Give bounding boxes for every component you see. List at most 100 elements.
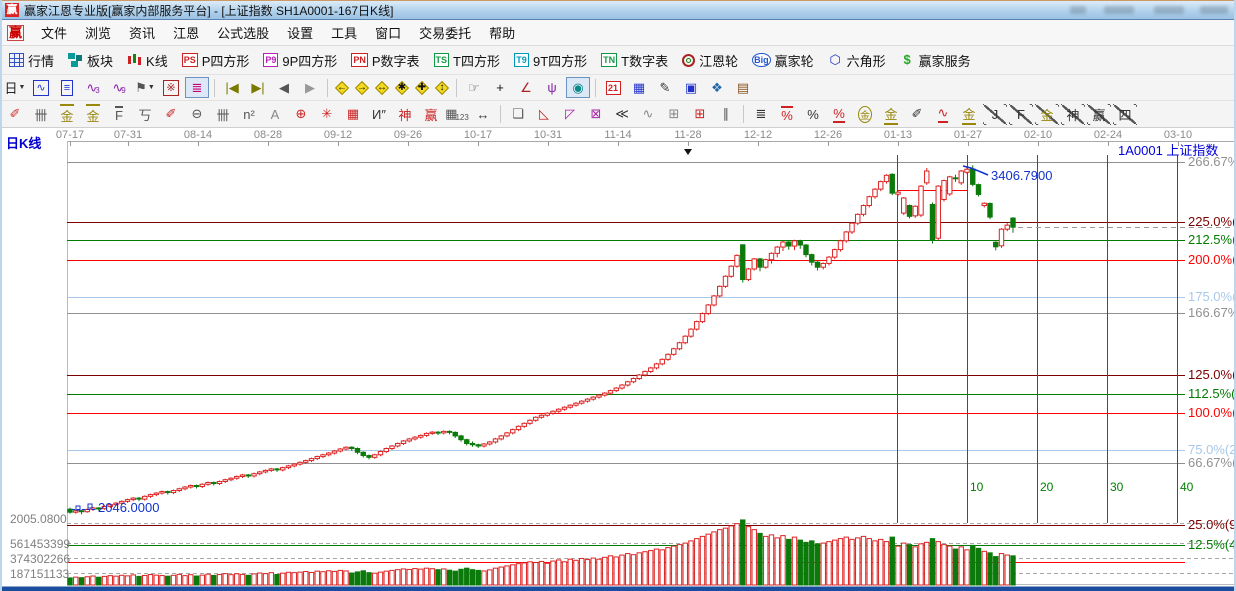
prev-bar-button[interactable]: ◀ [272,77,296,98]
toolbar-winner-service[interactable]: $赢家服务 [893,49,978,72]
gold-levels[interactable]: 金 [879,104,903,125]
ai-analysis-button[interactable]: ◉ [566,77,590,98]
ruler-tool[interactable]: 卌 [29,104,53,125]
toolbar-winner-wheel[interactable]: Big赢家轮 [745,49,821,72]
menu-item-8[interactable]: 交易委托 [410,21,480,44]
toolbar-kline[interactable]: K线 [120,49,175,72]
star-grid[interactable]: ✳ [315,104,339,125]
si-angle[interactable]: 四 [1113,104,1137,125]
measure-line-button[interactable]: ∠ [514,77,538,98]
ying-ruler[interactable]: 赢 [419,104,443,125]
toolbar-t-number-table[interactable]: TNT数字表 [594,49,675,72]
fit-view-button[interactable]: ↕ [433,79,451,97]
j-angle[interactable]: J [983,104,1007,125]
last-bar-button[interactable]: ▶| [246,77,270,98]
menu-item-0[interactable]: 文件 [32,21,76,44]
grid-box[interactable]: ▦ [341,104,365,125]
notes-button[interactable]: ✎ [653,77,677,98]
expand-h-button[interactable]: ↔ [373,79,391,97]
shen-ruler[interactable]: 神 [393,104,417,125]
ruler-tool-2[interactable]: 卌 [211,104,235,125]
menu-item-3[interactable]: 江恩 [164,21,208,44]
menu-item-7[interactable]: 窗口 [366,21,410,44]
toolbar-9t-square[interactable]: T99T四方形 [507,49,594,72]
candle-style-button-dropdown-icon[interactable]: ▼ [19,84,26,91]
parallel-lines[interactable]: ∥ [714,104,738,125]
fork-tool-button[interactable]: ψ [540,77,564,98]
fan-box[interactable]: ◸ [558,104,582,125]
toolbar-9p-square[interactable]: P99P四方形 [256,49,344,72]
wave3-button[interactable]: ∿3 [81,77,105,98]
percent-tool[interactable]: % [801,104,825,125]
count-grid[interactable]: ▦123 [445,104,469,125]
toolbar-p-square[interactable]: PSP四方形 [175,49,257,72]
zigzag-tool[interactable]: ∿ [636,104,660,125]
toolbar-hexagon[interactable]: ⬡六角形 [821,49,893,72]
gold-underline[interactable]: 金 [957,104,981,125]
fan-lines[interactable]: ≪ [610,104,634,125]
toolbar-gann-wheel[interactable]: 江恩轮 [675,49,745,72]
percent-line[interactable]: % [827,104,851,125]
compress-button[interactable]: ✱ [393,79,411,97]
grid-dots[interactable]: ⊞ [662,104,686,125]
ying-angle[interactable]: 赢 [1087,104,1111,125]
wave-channel[interactable]: ∿ [931,104,955,125]
price-levels[interactable]: ≣ [749,104,773,125]
crosshair-button[interactable]: + [488,77,512,98]
mirror-tool[interactable]: A [263,104,287,125]
toolbar-t-square[interactable]: TST四方形 [427,49,507,72]
kline-chart-canvas[interactable] [2,128,1236,587]
flag-marker-button-dropdown-icon[interactable]: ▼ [148,84,155,91]
s-tool[interactable]: 丂 [133,104,157,125]
x-box[interactable]: ⊠ [584,104,608,125]
marker-pen-2[interactable]: ✐ [905,104,929,125]
child-window-icon[interactable]: 赢 [7,25,24,41]
remote-pc-button[interactable]: ▤ [731,77,755,98]
network-button[interactable]: ❖ [705,77,729,98]
grid-arrow[interactable]: ⊞ [688,104,712,125]
first-bar-button[interactable]: |◀ [220,77,244,98]
menu-item-1[interactable]: 浏览 [76,21,120,44]
save-button[interactable]: ▣ [679,77,703,98]
menu-item-2[interactable]: 资讯 [120,21,164,44]
f-angle[interactable]: F [1009,104,1033,125]
kline-chart-area[interactable]: 日K线 1A0001 上证指数 3406.7900 2046.0000 2005… [2,128,1236,587]
target-cross[interactable]: ⊕ [289,104,313,125]
draw-pen[interactable]: ✐ [3,104,27,125]
expand-all-button[interactable]: ✚ [413,79,431,97]
gold-ruler-b[interactable]: 金 [81,104,105,125]
gold-ruler-a[interactable]: 金 [55,104,79,125]
toolbar-p-number-table[interactable]: PNP数字表 [344,49,426,72]
menu-item-9[interactable]: 帮助 [480,21,524,44]
percent-slash[interactable]: % [775,104,799,125]
toolbar-quotes[interactable]: 行情 [2,49,61,72]
histogram-button[interactable]: ≣ [185,77,209,98]
menu-item-4[interactable]: 公式选股 [208,21,278,44]
period-label[interactable]: 日K线 [6,133,41,152]
calculator-button[interactable]: ▦ [627,77,651,98]
angle-quote[interactable]: И″ [367,104,391,125]
calendar-button[interactable]: 21 [601,77,625,98]
red-marker-pen[interactable]: ✐ [159,104,183,125]
f-ruler[interactable]: F [107,104,131,125]
n-squared-tool[interactable]: n² [237,104,261,125]
trend-overlay-button[interactable]: ∿ [29,77,53,98]
gold-angle[interactable]: 金 [1035,104,1059,125]
menu-item-6[interactable]: 工具 [322,21,366,44]
shift-right-button[interactable]: → [353,79,371,97]
span-tool[interactable]: ↔ [471,104,495,125]
pan-hand-button[interactable]: ☞ [462,77,486,98]
fan-from-corner[interactable]: ◺ [532,104,556,125]
toolbar-sectors[interactable]: 板块 [61,49,120,72]
flag-marker-button[interactable]: ⚑▼ [133,77,157,98]
candle-style-button[interactable]: 日▼ [3,77,27,98]
next-bar-button[interactable]: ▶ [298,77,322,98]
shen-angle[interactable]: 神 [1061,104,1085,125]
shift-left-button[interactable]: ← [333,79,351,97]
cycle-ruler[interactable]: ⊖ [185,104,209,125]
menu-item-5[interactable]: 设置 [278,21,322,44]
box-corner[interactable]: ❏ [506,104,530,125]
wave9-button[interactable]: ∿9 [107,77,131,98]
info-panel-button[interactable]: ≡ [55,77,79,98]
gann-shape-button[interactable]: ※ [159,77,183,98]
